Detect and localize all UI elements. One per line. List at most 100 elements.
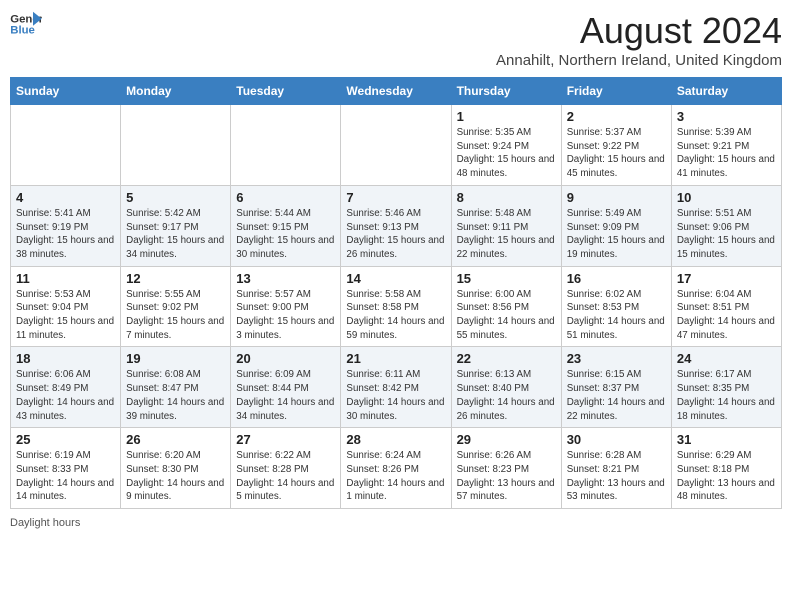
day-number: 28 [346,432,445,447]
table-row [341,105,451,186]
calendar-week-row: 11 Sunrise: 5:53 AM Sunset: 9:04 PM Dayli… [11,266,782,347]
day-info: Sunrise: 5:51 AM Sunset: 9:06 PM Dayligh… [677,207,776,262]
day-info: Sunrise: 5:57 AM Sunset: 9:00 PM Dayligh… [236,288,335,343]
calendar-week-row: 1 Sunrise: 5:35 AM Sunset: 9:24 PM Daylig… [11,105,782,186]
day-info: Sunrise: 6:20 AM Sunset: 8:30 PM Dayligh… [126,449,225,504]
calendar-header-row: Sunday Monday Tuesday Wednesday Thursday… [11,78,782,105]
header-saturday: Saturday [671,78,781,105]
day-number: 4 [16,190,115,205]
day-number: 2 [567,109,666,124]
day-info: Sunrise: 6:19 AM Sunset: 8:33 PM Dayligh… [16,449,115,504]
table-row: 16Sunrise: 6:02 AM Sunset: 8:53 PM Dayli… [561,266,671,347]
day-number: 15 [457,271,556,286]
day-number: 22 [457,351,556,366]
day-info: Sunrise: 6:24 AM Sunset: 8:26 PM Dayligh… [346,449,445,504]
table-row: 8 Sunrise: 5:48 AM Sunset: 9:11 PM Daylig… [451,185,561,266]
calendar-week-row: 18Sunrise: 6:06 AM Sunset: 8:49 PM Dayli… [11,347,782,428]
day-info: Sunrise: 6:04 AM Sunset: 8:51 PM Dayligh… [677,288,776,343]
page-header: General Blue August 2024 Annahilt, North… [10,10,782,69]
day-info: Sunrise: 5:55 AM Sunset: 9:02 PM Dayligh… [126,288,225,343]
day-info: Sunrise: 6:13 AM Sunset: 8:40 PM Dayligh… [457,368,556,423]
table-row: 29 Sunrise: 6:26 AM Sunset: 8:23 PM Dayli… [451,428,561,509]
svg-text:Blue: Blue [10,25,35,37]
header-tuesday: Tuesday [231,78,341,105]
day-info: Sunrise: 6:15 AM Sunset: 8:37 PM Dayligh… [567,368,666,423]
day-info: Sunrise: 6:09 AM Sunset: 8:44 PM Dayligh… [236,368,335,423]
day-number: 13 [236,271,335,286]
header-friday: Friday [561,78,671,105]
day-info: Sunrise: 5:53 AM Sunset: 9:04 PM Dayligh… [16,288,115,343]
table-row: 31Sunrise: 6:29 AM Sunset: 8:18 PM Dayli… [671,428,781,509]
day-info: Sunrise: 6:28 AM Sunset: 8:21 PM Dayligh… [567,449,666,504]
day-number: 30 [567,432,666,447]
day-info: Sunrise: 5:41 AM Sunset: 9:19 PM Dayligh… [16,207,115,262]
day-info: Sunrise: 5:48 AM Sunset: 9:11 PM Dayligh… [457,207,556,262]
day-number: 29 [457,432,556,447]
day-number: 14 [346,271,445,286]
table-row: 5Sunrise: 5:42 AM Sunset: 9:17 PM Daylig… [121,185,231,266]
table-row: 6Sunrise: 5:44 AM Sunset: 9:15 PM Daylig… [231,185,341,266]
day-number: 27 [236,432,335,447]
table-row: 25Sunrise: 6:19 AM Sunset: 8:33 PM Dayli… [11,428,121,509]
table-row: 21 Sunrise: 6:11 AM Sunset: 8:42 PM Dayli… [341,347,451,428]
table-row: 30 Sunrise: 6:28 AM Sunset: 8:21 PM Dayli… [561,428,671,509]
table-row: 10 Sunrise: 5:51 AM Sunset: 9:06 PM Dayli… [671,185,781,266]
location: Annahilt, Northern Ireland, United Kingd… [496,52,782,69]
table-row [231,105,341,186]
day-number: 24 [677,351,776,366]
day-info: Sunrise: 6:29 AM Sunset: 8:18 PM Dayligh… [677,449,776,504]
table-row: 22 Sunrise: 6:13 AM Sunset: 8:40 PM Dayli… [451,347,561,428]
day-info: Sunrise: 5:42 AM Sunset: 9:17 PM Dayligh… [126,207,225,262]
day-number: 12 [126,271,225,286]
day-info: Sunrise: 5:39 AM Sunset: 9:21 PM Dayligh… [677,126,776,181]
table-row: 27 Sunrise: 6:22 AM Sunset: 8:28 PM Dayli… [231,428,341,509]
header-monday: Monday [121,78,231,105]
table-row [11,105,121,186]
day-info: Sunrise: 5:58 AM Sunset: 8:58 PM Dayligh… [346,288,445,343]
day-info: Sunrise: 6:08 AM Sunset: 8:47 PM Dayligh… [126,368,225,423]
logo: General Blue [10,10,42,38]
day-info: Sunrise: 6:26 AM Sunset: 8:23 PM Dayligh… [457,449,556,504]
month-year: August 2024 [496,10,782,52]
table-row: 1 Sunrise: 5:35 AM Sunset: 9:24 PM Daylig… [451,105,561,186]
table-row: 18Sunrise: 6:06 AM Sunset: 8:49 PM Dayli… [11,347,121,428]
day-number: 6 [236,190,335,205]
table-row: 2 Sunrise: 5:37 AM Sunset: 9:22 PM Daylig… [561,105,671,186]
day-number: 9 [567,190,666,205]
day-number: 16 [567,271,666,286]
table-row: 13 Sunrise: 5:57 AM Sunset: 9:00 PM Dayli… [231,266,341,347]
table-row: 24 Sunrise: 6:17 AM Sunset: 8:35 PM Dayli… [671,347,781,428]
day-number: 10 [677,190,776,205]
day-info: Sunrise: 6:22 AM Sunset: 8:28 PM Dayligh… [236,449,335,504]
daylight-label: Daylight hours [10,517,80,529]
calendar-table: Sunday Monday Tuesday Wednesday Thursday… [10,77,782,509]
table-row: 26Sunrise: 6:20 AM Sunset: 8:30 PM Dayli… [121,428,231,509]
table-row: 20 Sunrise: 6:09 AM Sunset: 8:44 PM Dayli… [231,347,341,428]
calendar-week-row: 4 Sunrise: 5:41 AM Sunset: 9:19 PM Daylig… [11,185,782,266]
table-row: 12 Sunrise: 5:55 AM Sunset: 9:02 PM Dayli… [121,266,231,347]
table-row: 19Sunrise: 6:08 AM Sunset: 8:47 PM Dayli… [121,347,231,428]
title-block: August 2024 Annahilt, Northern Ireland, … [496,10,782,69]
day-info: Sunrise: 5:35 AM Sunset: 9:24 PM Dayligh… [457,126,556,181]
day-number: 17 [677,271,776,286]
header-wednesday: Wednesday [341,78,451,105]
day-info: Sunrise: 6:11 AM Sunset: 8:42 PM Dayligh… [346,368,445,423]
logo-icon: General Blue [10,10,42,38]
day-number: 11 [16,271,115,286]
day-number: 23 [567,351,666,366]
day-info: Sunrise: 6:06 AM Sunset: 8:49 PM Dayligh… [16,368,115,423]
table-row: 7Sunrise: 5:46 AM Sunset: 9:13 PM Daylig… [341,185,451,266]
day-number: 21 [346,351,445,366]
day-number: 7 [346,190,445,205]
day-info: Sunrise: 5:49 AM Sunset: 9:09 PM Dayligh… [567,207,666,262]
table-row: 11 Sunrise: 5:53 AM Sunset: 9:04 PM Dayli… [11,266,121,347]
day-info: Sunrise: 6:17 AM Sunset: 8:35 PM Dayligh… [677,368,776,423]
table-row: 23 Sunrise: 6:15 AM Sunset: 8:37 PM Dayli… [561,347,671,428]
day-number: 1 [457,109,556,124]
day-info: Sunrise: 5:37 AM Sunset: 9:22 PM Dayligh… [567,126,666,181]
day-number: 20 [236,351,335,366]
table-row: 3Sunrise: 5:39 AM Sunset: 9:21 PM Daylig… [671,105,781,186]
header-thursday: Thursday [451,78,561,105]
footer: Daylight hours [10,517,782,529]
day-number: 8 [457,190,556,205]
